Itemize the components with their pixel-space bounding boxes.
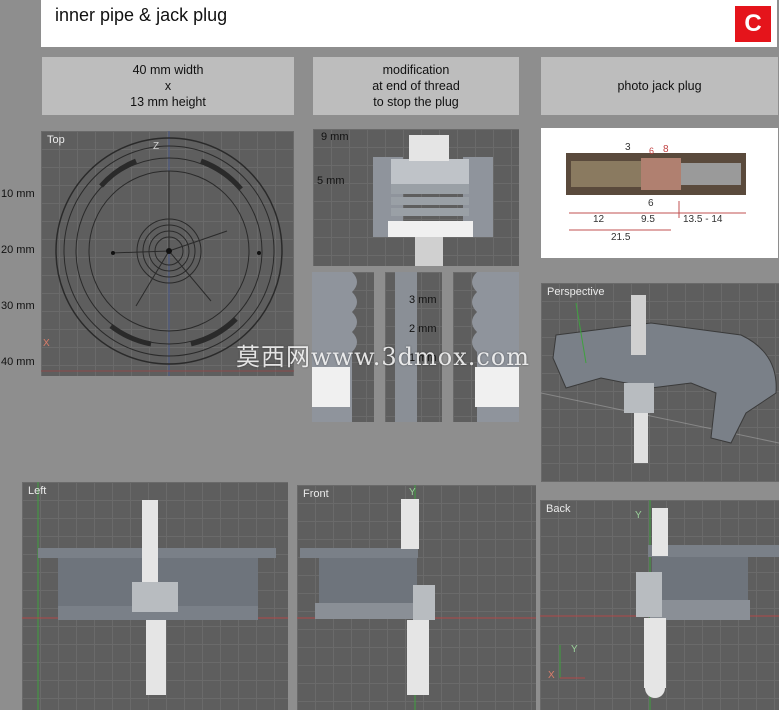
photo-dim-6-mid: 6 — [648, 198, 654, 209]
front-viewport-label: Front — [303, 488, 329, 500]
scale-10mm: 10 mm — [1, 188, 35, 200]
measure-2mm: 2 mm — [409, 323, 437, 335]
perspective-drawing — [541, 295, 779, 463]
photo-dim-3: 3 — [625, 142, 631, 153]
front-view-drawing: Y — [297, 485, 536, 710]
photo-dim-8: 8 — [663, 144, 669, 155]
front-viewport[interactable]: Y Front — [297, 485, 536, 710]
left-viewport-label: Left — [28, 485, 47, 497]
modification-line-2: at end of thread — [372, 79, 460, 93]
measure-3mm: 3 mm — [409, 294, 437, 306]
modification-line-1: modification — [382, 63, 450, 77]
photo-dim-21-5: 21.5 — [611, 232, 631, 243]
left-viewport[interactable]: Left — [22, 482, 288, 710]
scale-40mm: 40 mm — [1, 356, 35, 368]
modification-line-3: to stop the plug — [373, 95, 459, 109]
top-axis-z: Z — [153, 141, 159, 152]
photo-dim-12: 12 — [593, 214, 605, 225]
measure-9mm: 9 mm — [321, 131, 349, 143]
perspective-viewport-label: Perspective — [547, 286, 605, 298]
svg-text:X: X — [548, 670, 555, 681]
back-viewport[interactable]: X Y Y Back — [540, 500, 779, 710]
back-viewport-label: Back — [546, 503, 571, 515]
jack-plug-photo-image — [566, 153, 746, 231]
left-view-drawing — [22, 482, 288, 710]
top-viewport-label: Top — [47, 134, 65, 146]
back-axis-y-top: Y — [635, 510, 642, 521]
back-axis-y: Y — [571, 644, 578, 655]
watermark: 莫西网www.3dmox.com — [236, 343, 531, 371]
photo-dim-9-5: 9.5 — [641, 214, 655, 225]
photo-label: photo jack plug — [617, 79, 702, 93]
detail-viewport[interactable]: 9 mm 5 mm — [313, 129, 519, 266]
detail-drawing — [373, 135, 493, 266]
photo-dim-13-5-14: 13.5 - 14 — [683, 214, 723, 225]
perspective-viewport[interactable]: Perspective — [541, 283, 779, 482]
scale-20mm: 20 mm — [1, 244, 35, 256]
photo-label-box: photo jack plug — [541, 57, 778, 115]
size-line-1: 40 mm width — [132, 63, 204, 77]
size-line-2: x — [164, 79, 172, 93]
title-bar: inner pipe & jack plug C — [41, 0, 777, 47]
section-badge: C — [735, 6, 771, 42]
size-label-box: 40 mm width x 13 mm height — [42, 57, 294, 115]
modification-label-box: modification at end of thread to stop th… — [313, 57, 519, 115]
jack-plug-photo: 3 6 8 6 12 9.5 13.5 - 14 21.5 — [541, 128, 778, 258]
top-axis-x: X — [43, 338, 50, 349]
photo-dim-6-top: 6 — [649, 146, 655, 156]
measure-5mm: 5 mm — [317, 175, 345, 187]
scale-30mm: 30 mm — [1, 300, 35, 312]
page-title: inner pipe & jack plug — [55, 5, 228, 25]
front-axis-y: Y — [409, 487, 416, 498]
size-line-3: 13 mm height — [130, 95, 206, 109]
back-view-drawing: X Y Y — [540, 500, 779, 710]
